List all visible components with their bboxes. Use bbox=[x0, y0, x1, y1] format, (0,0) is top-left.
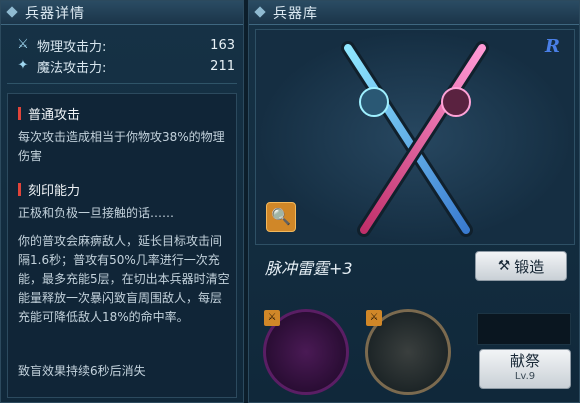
slot-badge-icon: ⚔ bbox=[366, 310, 382, 326]
offer-button-label: 献祭 bbox=[509, 352, 540, 370]
imprint-intro: 正极和负极一旦接触的话…… bbox=[18, 206, 175, 220]
magic-attack-value: 211 bbox=[210, 58, 235, 74]
magic-attack-stat: ✦ 魔法攻击力: 211 bbox=[15, 56, 235, 76]
empty-slot-field bbox=[477, 313, 571, 345]
normal-attack-text: 每次攻击造成相当于你物攻38%的物理伤害 bbox=[18, 130, 225, 163]
pink-sword bbox=[357, 41, 489, 237]
forge-button-label: 锻造 bbox=[514, 257, 545, 276]
sword-icon: ⚔ bbox=[17, 37, 29, 52]
armory-panel: 兵器库 R 🔍 脉冲雷霆+3 ⚒ 锻造 ⚔ ⚔ 献祭 Lv.9 bbox=[248, 0, 580, 403]
weapon-detail-panel: 兵器详情 ⚔ 物理攻击力: 163 ✦ 魔法攻击力: 211 普通攻击 每次攻击… bbox=[0, 0, 244, 403]
detail-header: 兵器详情 bbox=[1, 1, 243, 25]
weapon-showcase: R 🔍 bbox=[255, 29, 575, 245]
forge-icon: ⚒ bbox=[497, 258, 511, 274]
weapon-name-row: 脉冲雷霆+3 ⚒ 锻造 bbox=[255, 249, 575, 283]
imprint-title: 刻印能力 bbox=[18, 180, 80, 199]
crossed-swords-illustration bbox=[341, 41, 489, 237]
weapon-name: 脉冲雷霆+3 bbox=[265, 259, 353, 278]
imprint-body: 你的普攻会麻痹敌人，延长目标攻击间隔1.6秒；普攻有50%几率进行一次充能，最多… bbox=[18, 234, 230, 324]
detail-title: 兵器详情 bbox=[25, 5, 85, 22]
physical-attack-value: 163 bbox=[210, 37, 235, 53]
weapon-slot-equipped[interactable]: ⚔ bbox=[365, 309, 451, 395]
physical-attack-label: 物理攻击力: bbox=[37, 39, 107, 55]
document-search-icon[interactable]: 🔍 bbox=[266, 202, 296, 232]
normal-attack-title: 普通攻击 bbox=[18, 104, 80, 123]
imprint-footer: 致盲效果持续6秒后消失 bbox=[18, 364, 146, 378]
offer-button[interactable]: 献祭 Lv.9 bbox=[479, 349, 571, 389]
magic-attack-label: 魔法攻击力: bbox=[37, 60, 107, 76]
cube-icon bbox=[255, 7, 267, 19]
forge-button[interactable]: ⚒ 锻造 bbox=[475, 251, 567, 281]
ability-description: 普通攻击 每次攻击造成相当于你物攻38%的物理伤害 刻印能力 正极和负极一旦接触… bbox=[7, 93, 237, 398]
offer-level: Lv.9 bbox=[514, 371, 536, 382]
armory-title: 兵器库 bbox=[273, 5, 318, 22]
armory-header: 兵器库 bbox=[249, 1, 579, 25]
wand-icon: ✦ bbox=[17, 58, 29, 73]
weapon-slot-purple[interactable]: ⚔ bbox=[263, 309, 349, 395]
slot-badge-icon: ⚔ bbox=[264, 310, 280, 326]
blue-sword bbox=[341, 41, 473, 237]
stat-divider bbox=[7, 83, 237, 84]
physical-attack-stat: ⚔ 物理攻击力: 163 bbox=[15, 35, 235, 55]
cube-icon bbox=[7, 7, 19, 19]
